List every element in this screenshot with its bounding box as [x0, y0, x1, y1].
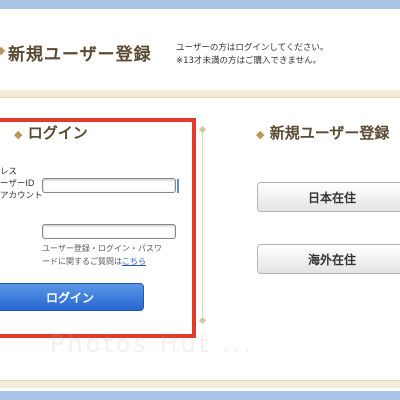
top-strip [0, 0, 400, 9]
header-note-login: ユーザーの方はログインしてください。 [176, 43, 329, 53]
header-note-age: ※13才未満の方はご購入できません。 [176, 56, 322, 66]
japan-resident-button[interactable]: 日本在住 [257, 182, 400, 212]
page-title: 新規ユーザー登録 [8, 45, 152, 65]
register-heading: ◆ 新規ユーザー登録 [256, 122, 389, 143]
header-notes: ユーザーの方はログインしてください。 ※13才未満の方はご購入できません。 [176, 42, 328, 68]
login-highlight-box [0, 118, 196, 338]
register-heading-text: 新規ユーザー登録 [269, 124, 390, 142]
bottom-strip [0, 391, 400, 400]
column-divider [202, 130, 203, 320]
diamond-icon: ◆ [256, 128, 265, 141]
overseas-resident-button[interactable]: 海外在住 [257, 244, 400, 274]
login-page: 新規ユーザー登録 ユーザーの方はログインしてください。 ※13才未満の方はご購入… [0, 0, 400, 400]
watermark: Photos Hut ... [50, 330, 254, 358]
